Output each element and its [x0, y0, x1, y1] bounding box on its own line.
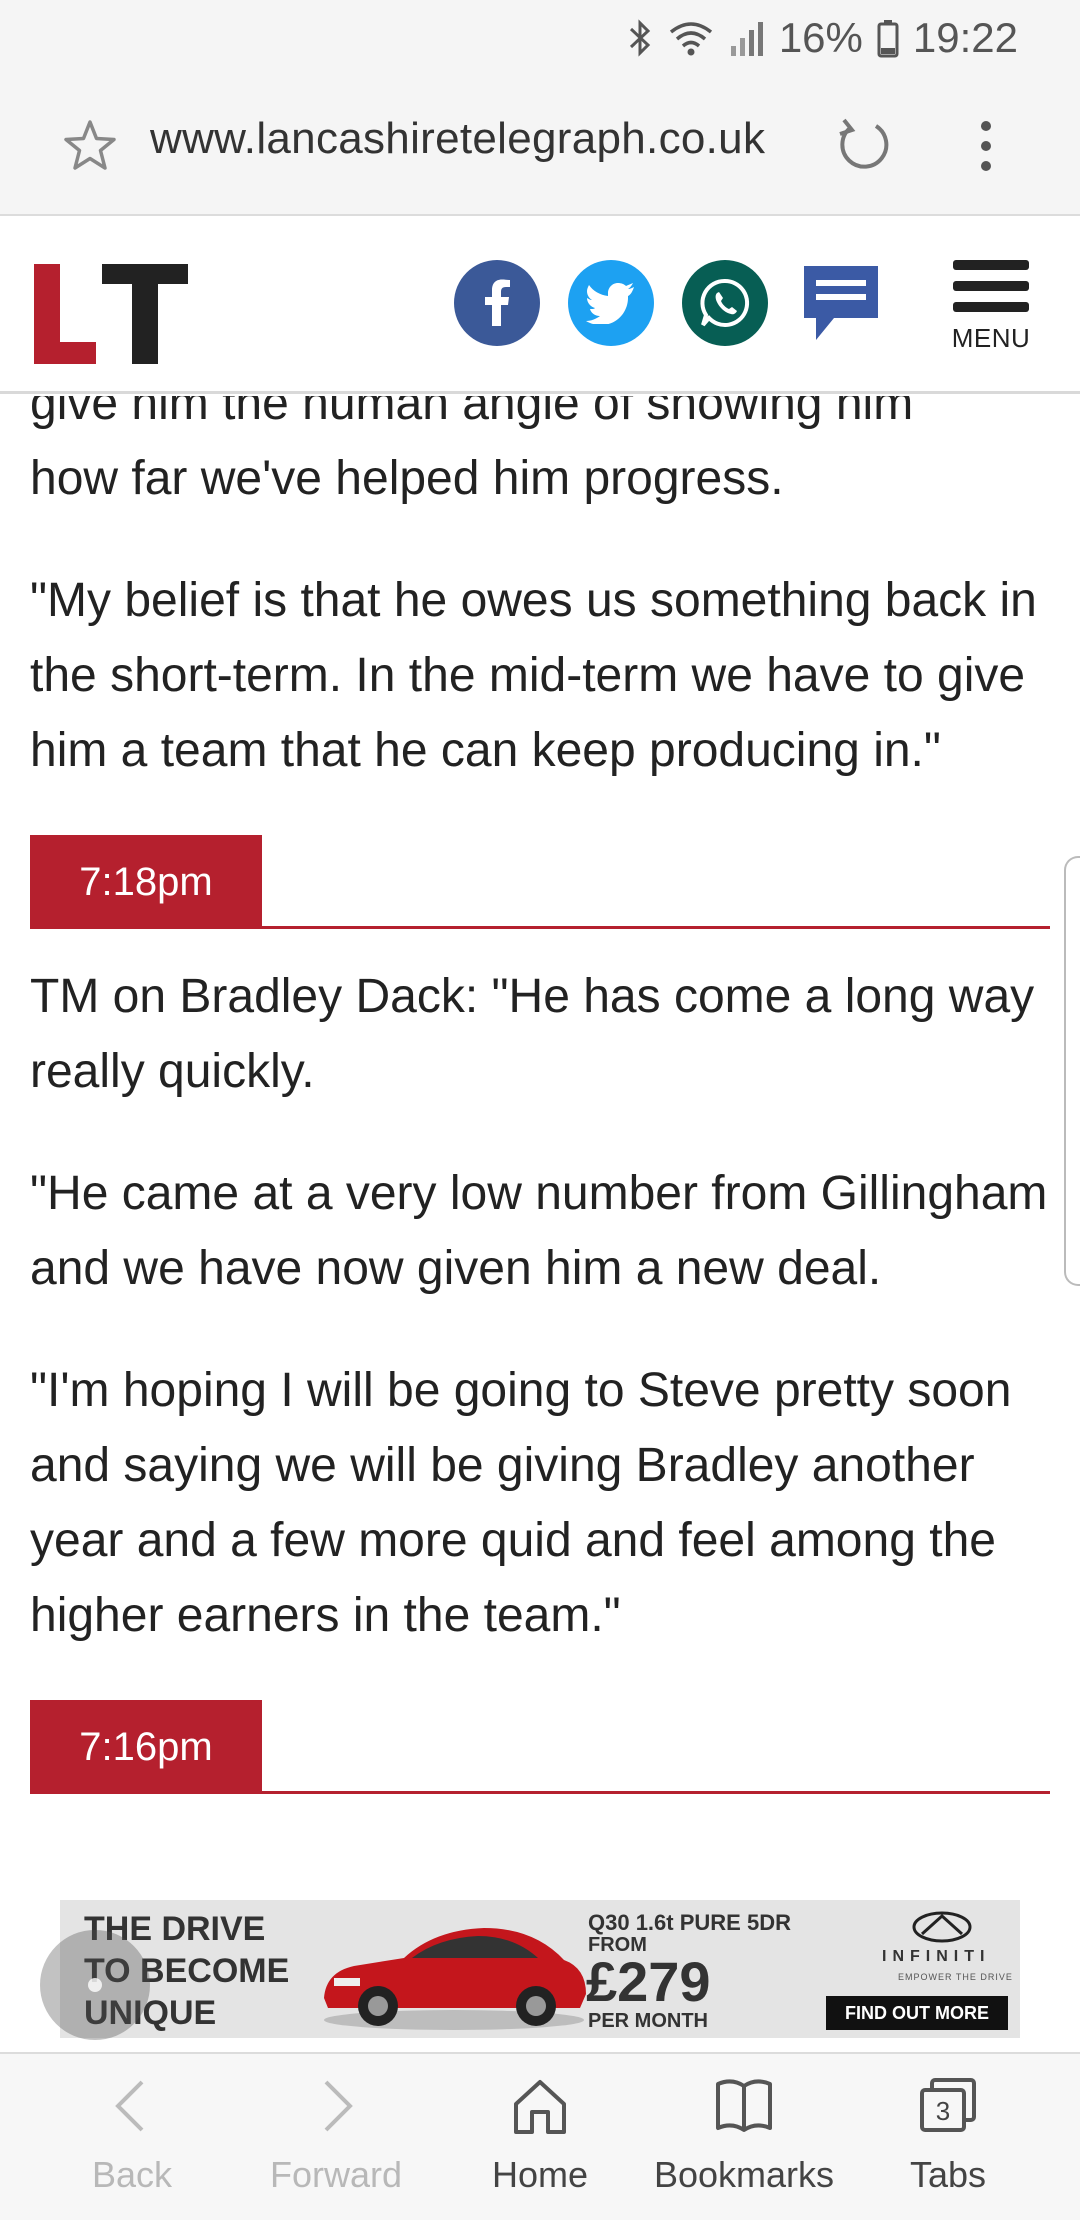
- bluetooth-icon: [627, 18, 653, 58]
- bookmarks-button[interactable]: Bookmarks: [644, 2076, 844, 2196]
- url-text[interactable]: www.lancashiretelegraph.co.uk: [150, 114, 765, 164]
- update-paragraph: "I'm hoping I will be going to Steve pre…: [30, 1364, 1012, 1642]
- update-paragraph: "He came at a very low number from Gilli…: [30, 1167, 1048, 1295]
- ad-info-icon[interactable]: [40, 1930, 150, 2040]
- whatsapp-share-button[interactable]: [682, 260, 768, 346]
- car-image: [324, 1928, 586, 2030]
- ad-model: Q30 1.6t PURE 5DR: [588, 1910, 791, 1935]
- ad-price: £279: [586, 1950, 711, 2013]
- back-label: Back: [91, 2154, 173, 2195]
- tabs-label: Tabs: [909, 2154, 987, 2195]
- twitter-icon: [586, 283, 634, 324]
- wifi-icon: [667, 18, 715, 58]
- bookmarks-icon: [716, 2079, 772, 2132]
- whatsapp-icon: [700, 278, 750, 327]
- signal-icon: [729, 18, 765, 58]
- site-header: MENU: [0, 218, 1080, 394]
- home-icon: [514, 2080, 566, 2134]
- comments-icon[interactable]: [800, 262, 882, 344]
- back-button[interactable]: Back: [32, 2076, 232, 2196]
- tabs-button[interactable]: 3 Tabs: [848, 2076, 1048, 2196]
- forward-label: Forward: [269, 2154, 403, 2195]
- ad-brand: INFINITI: [882, 1948, 991, 1965]
- scroll-handle[interactable]: [1064, 856, 1080, 1286]
- facebook-share-button[interactable]: [454, 260, 540, 346]
- update-time-badge: 7:18pm: [30, 835, 262, 929]
- article-paragraph: how far we've helped him progress.: [30, 452, 784, 505]
- article-paragraph: "My belief is that he owes us something …: [30, 574, 1037, 777]
- article-paragraph: give him the human angle of showing him: [30, 396, 914, 430]
- update-time-badge: 7:16pm: [30, 1700, 262, 1794]
- browser-chrome: 16% 19:22 www.lancashiretelegraph.co.uk: [0, 0, 1080, 216]
- battery-percent: 16%: [778, 14, 863, 61]
- infiniti-logo-icon: [912, 1911, 972, 1943]
- update-paragraph: TM on Bradley Dack: "He has come a long …: [30, 970, 1035, 1098]
- forward-arrow-icon: [324, 2080, 353, 2132]
- facebook-icon: [485, 279, 510, 326]
- reload-icon[interactable]: [836, 114, 892, 174]
- browser-bottom-nav: Back Forward Home Bookmarks 3 Tabs: [0, 2052, 1080, 2220]
- ad-banner[interactable]: THE DRIVE TO BECOME UNIQUE Q30 1.6t PURE…: [60, 1900, 1020, 2038]
- ad-tagline: EMPOWER THE DRIVE: [898, 1972, 1013, 1982]
- article-content: give him the human angle of showing him …: [0, 396, 1080, 1896]
- back-arrow-icon: [115, 2080, 144, 2132]
- ad-per-month: PER MONTH: [588, 2010, 708, 2032]
- clock: 19:22: [912, 14, 1018, 61]
- ad-cta-button[interactable]: FIND OUT MORE: [826, 1996, 1008, 2030]
- battery-icon: [877, 18, 899, 58]
- forward-button[interactable]: Forward: [236, 2076, 436, 2196]
- menu-label: MENU: [951, 323, 1031, 353]
- home-label: Home: [491, 2154, 589, 2195]
- update-time-divider: 7:18pm: [30, 835, 1050, 929]
- menu-button[interactable]: MENU: [950, 260, 1032, 370]
- tab-count: 3: [936, 2096, 950, 2126]
- tabs-icon: 3: [920, 2078, 976, 2132]
- url-bar[interactable]: www.lancashiretelegraph.co.uk: [0, 100, 1080, 190]
- home-button[interactable]: Home: [440, 2076, 640, 2196]
- bookmarks-label: Bookmarks: [653, 2154, 835, 2195]
- twitter-share-button[interactable]: [568, 260, 654, 346]
- bookmark-star-icon[interactable]: [62, 118, 118, 174]
- more-options-icon[interactable]: [966, 116, 1006, 176]
- status-bar: 16% 19:22: [627, 14, 1018, 62]
- site-logo[interactable]: [32, 262, 192, 372]
- hamburger-icon: [953, 260, 1029, 312]
- update-time-divider: 7:16pm: [30, 1700, 1050, 1794]
